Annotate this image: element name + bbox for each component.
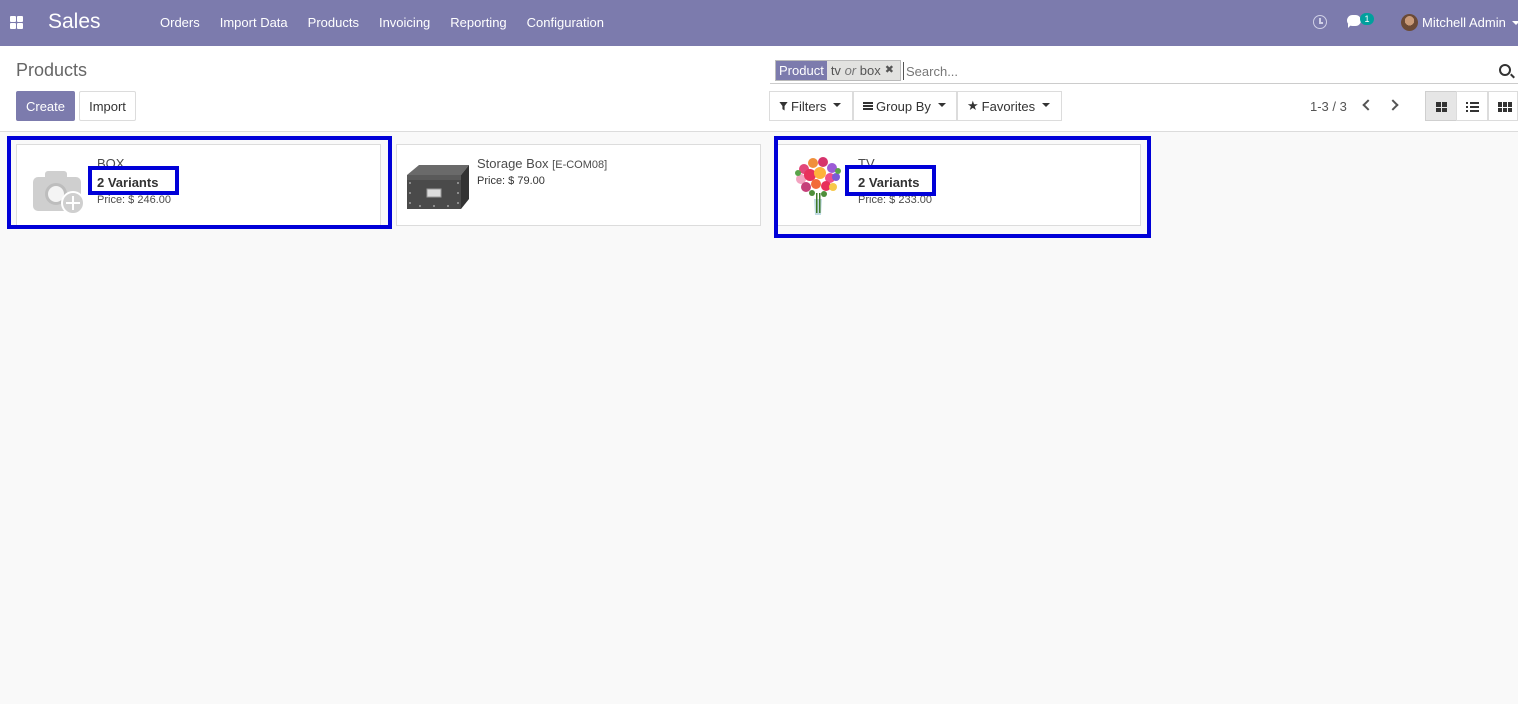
apps-menu-icon[interactable] [10,16,23,29]
product-card-storage-box[interactable]: Storage Box [E-COM08] Price: $ 79.00 [396,144,761,226]
favorites-label: Favorites [981,98,1036,114]
search-input[interactable] [903,62,1493,80]
filters-label: Filters [791,98,827,114]
favorites-dropdown[interactable]: ★ Favorites [957,91,1062,121]
pager-value[interactable]: 1-3 / 3 [1310,99,1347,114]
menu-item-products[interactable]: Products [298,0,369,46]
groupby-caret-icon [937,102,946,107]
facet-remove-icon[interactable]: ✖ [885,61,898,80]
user-menu-caret-icon[interactable] [1512,21,1518,25]
activity-clock-icon[interactable] [1313,15,1327,29]
main-navbar: Sales Orders Import Data Products Invoic… [0,0,1518,46]
search-bar: Product tv or box ✖ [770,57,1518,84]
user-avatar[interactable] [1401,14,1418,31]
pager-next-icon[interactable] [1388,98,1400,112]
messages-icon[interactable] [1347,15,1361,28]
kanban-view-icon [1436,102,1447,112]
search-facet-value-1: tv [830,63,841,78]
product-price: Price: $ 79.00 [477,175,545,187]
create-button[interactable]: Create [16,91,75,121]
filters-dropdown[interactable]: Filters [769,91,853,121]
star-icon: ★ [967,98,979,113]
search-facet-label: Product [776,61,827,80]
search-icon[interactable] [1499,64,1511,76]
product-name: Storage Box [E-COM08] [477,156,607,171]
app-brand[interactable]: Sales [48,10,101,34]
messages-count-badge: 1 [1360,13,1374,25]
breadcrumb-title: Products [16,60,88,80]
filters-caret-icon [833,102,842,107]
search-facet-separator: or [844,63,857,78]
pager-previous-icon[interactable] [1360,98,1372,112]
menu-item-invoicing[interactable]: Invoicing [369,0,440,46]
filter-icon [779,101,788,111]
pivot-view-button[interactable] [1488,91,1518,121]
top-menu: Orders Import Data Products Invoicing Re… [150,0,614,46]
highlight-box-box-variants [88,166,179,195]
favorites-caret-icon [1042,102,1051,107]
highlight-box-box-card [7,136,392,229]
groupby-bars-icon [863,101,873,111]
list-view-button[interactable] [1456,91,1488,121]
grid-view-icon [1498,102,1512,112]
control-panel: Products Create Import Product tv or box… [0,46,1518,132]
list-view-icon [1466,101,1479,114]
menu-item-configuration[interactable]: Configuration [517,0,614,46]
highlight-box-tv-card [774,136,1151,238]
search-facet: Product tv or box ✖ [775,60,901,81]
menu-item-reporting[interactable]: Reporting [440,0,516,46]
menu-item-orders[interactable]: Orders [150,0,210,46]
search-facet-values: tv or box [827,61,885,80]
groupby-label: Group By [876,98,931,114]
groupby-dropdown[interactable]: Group By [853,91,957,121]
kanban-view-button[interactable] [1425,91,1457,121]
highlight-box-tv-variants [845,165,936,196]
search-facet-value-2: box [859,63,881,78]
product-image-storage-box [405,153,469,217]
product-reference: [E-COM08] [552,159,608,171]
product-name-text: Storage Box [477,156,549,171]
user-menu-name[interactable]: Mitchell Admin [1422,15,1506,30]
menu-item-import-data[interactable]: Import Data [210,0,298,46]
import-button[interactable]: Import [79,91,136,121]
